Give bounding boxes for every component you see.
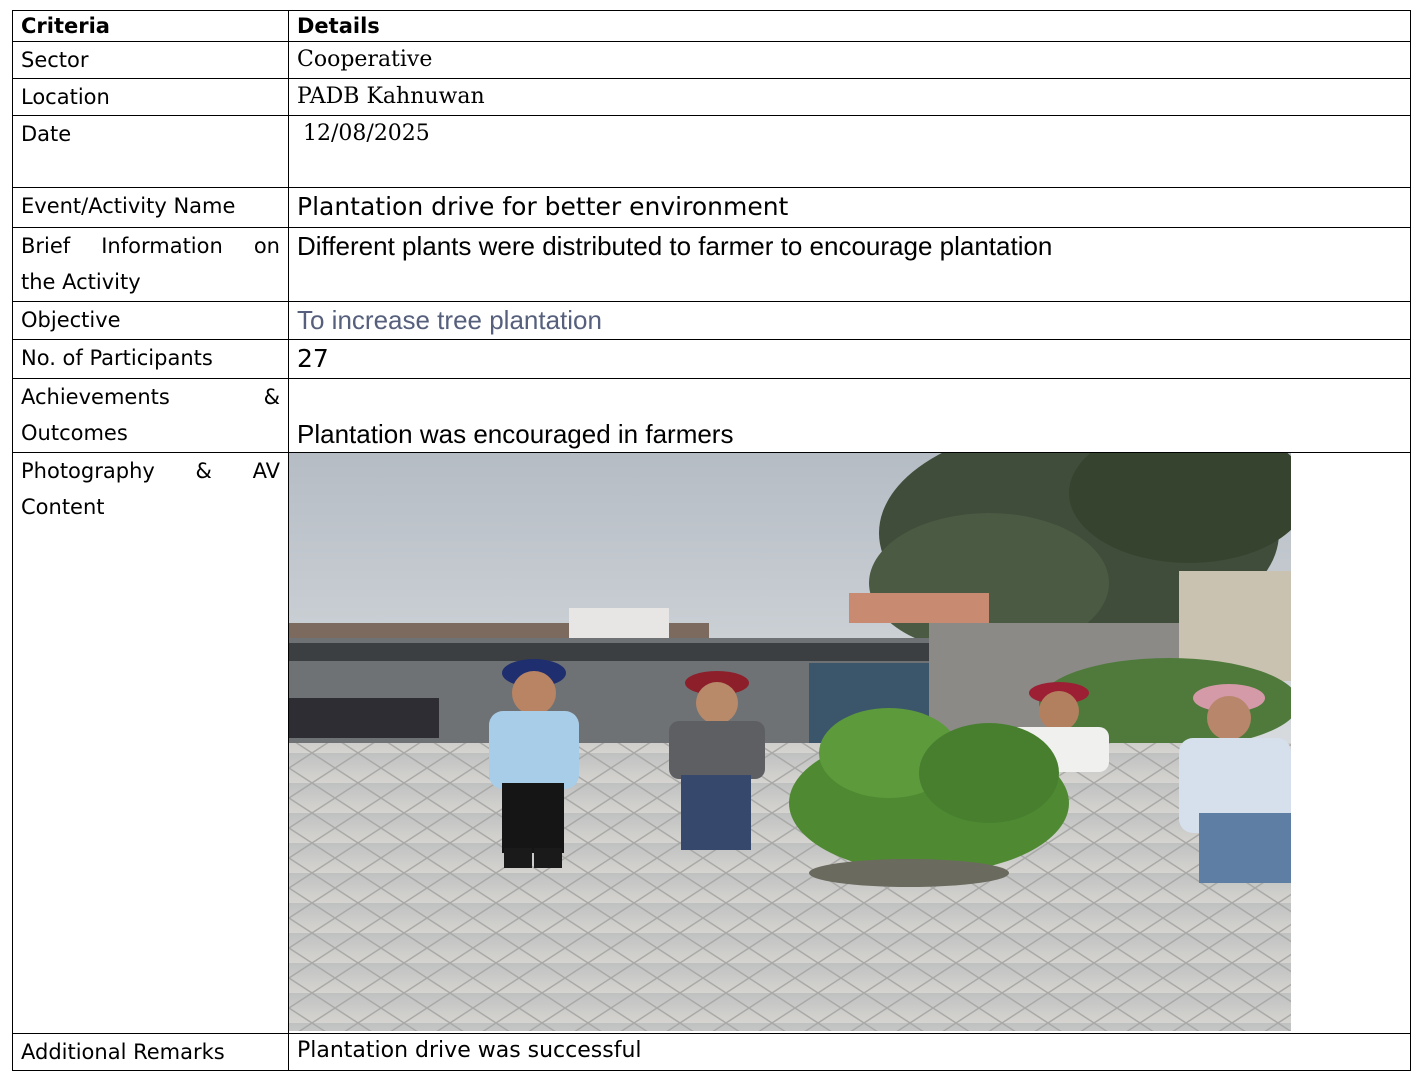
criteria-header: Criteria [12,10,289,42]
brief-value: Different plants were distributed to far… [288,227,1411,302]
details-header: Details [288,10,1411,42]
photography-row: Photography & AV Content [12,452,1411,1034]
event-photo [289,453,1291,1031]
event-value: Plantation drive for better environment [288,187,1411,228]
date-label: Date [12,115,289,188]
brief-row: Brief Information on the Activity Differ… [12,227,1411,302]
location-label: Location [12,78,289,116]
brief-label-line2: the Activity [21,270,141,294]
achievements-label: Achievements & Outcomes [12,378,289,453]
photography-label-line1: Photography & AV [21,459,280,483]
photography-label-line2: Content [21,495,105,519]
remarks-value: Plantation drive was successful [288,1033,1411,1071]
sector-label: Sector [12,41,289,79]
event-photo-illustration [289,453,1291,1031]
photography-cell [288,452,1411,1034]
location-row: Location PADB Kahnuwan [12,78,1411,116]
remarks-label: Additional Remarks [12,1033,289,1071]
date-value: 12/08/2025 [288,115,1411,188]
header-row: Criteria Details [12,10,1411,42]
participants-row: No. of Participants 27 [12,339,1411,379]
date-row: Date 12/08/2025 [12,115,1411,188]
achievements-label-line2: Outcomes [21,421,128,445]
sector-value: Cooperative [288,41,1411,79]
activity-report-table: Criteria Details Sector Cooperative Loca… [12,10,1411,1071]
achievements-row: Achievements & Outcomes Plantation was e… [12,378,1411,453]
photography-label: Photography & AV Content [12,452,289,1034]
event-label: Event/Activity Name [12,187,289,228]
brief-label: Brief Information on the Activity [12,227,289,302]
location-value: PADB Kahnuwan [288,78,1411,116]
remarks-row: Additional Remarks Plantation drive was … [12,1033,1411,1071]
objective-row: Objective To increase tree plantation [12,301,1411,340]
achievements-value: Plantation was encouraged in farmers [288,378,1411,453]
sector-row: Sector Cooperative [12,41,1411,79]
achievements-label-line1: Achievements & [21,385,280,409]
participants-value: 27 [288,339,1411,379]
participants-label: No. of Participants [12,339,289,379]
objective-value: To increase tree plantation [288,301,1411,340]
objective-label: Objective [12,301,289,340]
brief-label-line1: Brief Information on [21,234,280,258]
event-row: Event/Activity Name Plantation drive for… [12,187,1411,228]
